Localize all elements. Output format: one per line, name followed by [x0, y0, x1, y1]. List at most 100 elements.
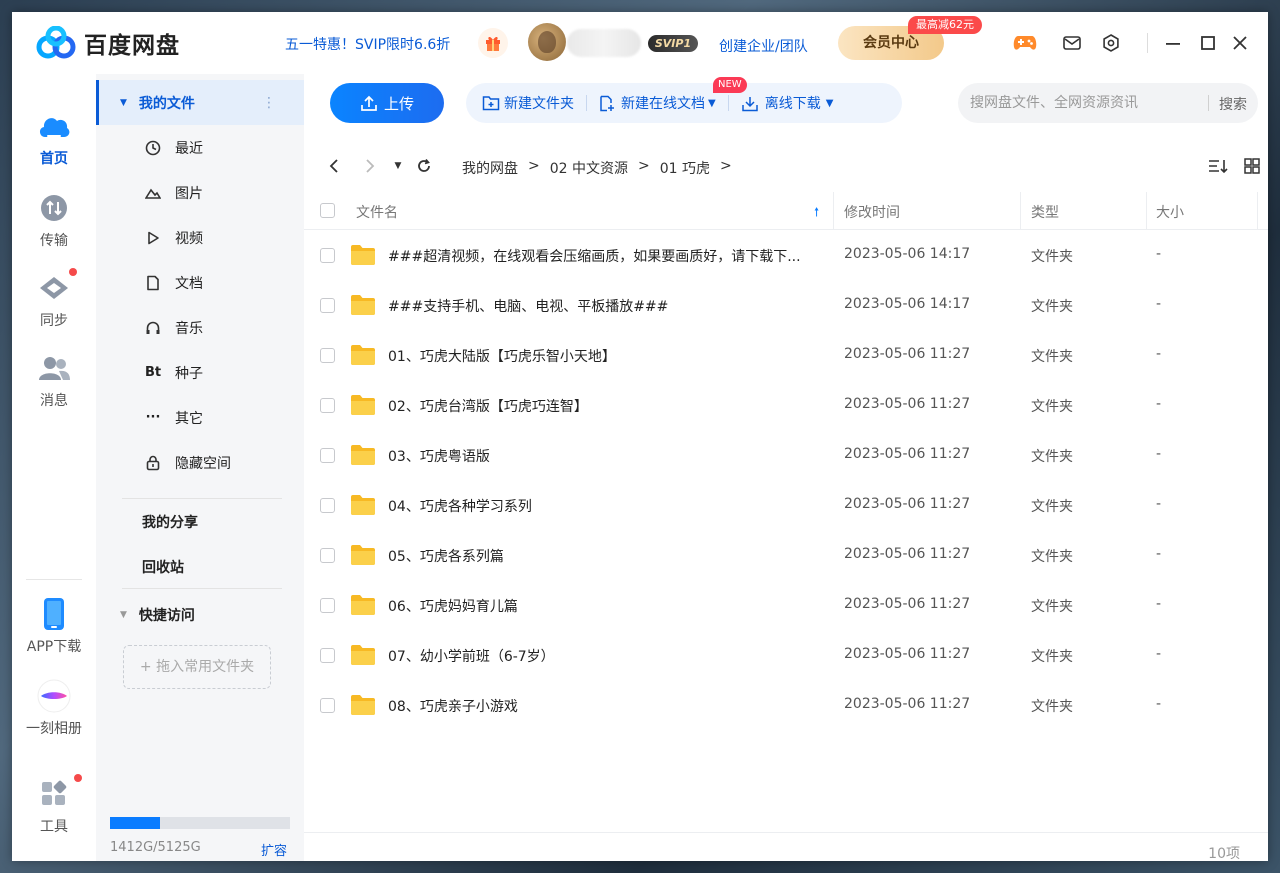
table-row[interactable]: 06、巧虎妈妈育儿篇 2023-05-06 11:27 文件夹 -	[304, 580, 1268, 630]
new-folder-button[interactable]: 新建文件夹	[482, 93, 574, 113]
upload-button[interactable]: 上传	[330, 83, 444, 123]
file-name[interactable]: 07、幼小学前班（6-7岁）	[388, 646, 828, 666]
file-name[interactable]: 05、巧虎各系列篇	[388, 546, 828, 566]
sidenav-my-files[interactable]: ▼ 我的文件 ⋮	[96, 80, 304, 125]
new-folder-icon	[482, 96, 500, 111]
file-type: 文件夹	[1031, 699, 1073, 715]
column-header-name[interactable]: 文件名	[356, 202, 398, 222]
rail-item-home[interactable]: 首页	[12, 108, 96, 168]
column-header-size[interactable]: 大小	[1156, 202, 1184, 222]
search-input[interactable]	[968, 83, 1200, 123]
refresh-icon[interactable]	[414, 156, 434, 176]
quick-access-drop-zone[interactable]: + 拖入常用文件夹	[123, 645, 271, 689]
game-icon[interactable]	[1013, 31, 1037, 55]
history-dropdown-icon[interactable]: ▼	[388, 156, 408, 176]
file-modified-time: 2023-05-06 14:17	[844, 296, 971, 312]
sidenav-item-label: 最近	[175, 140, 203, 157]
file-size: -	[1156, 346, 1162, 362]
sort-icon[interactable]	[1208, 156, 1228, 176]
select-all-checkbox[interactable]	[320, 203, 335, 218]
file-actions-toolbar: 新建文件夹 新建在线文档 ▼ NEW 离线下载 ▼	[466, 77, 902, 123]
svip-promo-link[interactable]: 五一特惠！SVIP限时6.6折	[285, 34, 450, 54]
new-online-doc-button[interactable]: 新建在线文档 ▼	[599, 93, 716, 113]
sidenav-item-torrent[interactable]: Bt 种子	[96, 350, 304, 395]
close-icon[interactable]	[1228, 31, 1252, 55]
file-modified-time: 2023-05-06 11:27	[844, 446, 971, 462]
table-row[interactable]: 03、巧虎粤语版 2023-05-06 11:27 文件夹 -	[304, 430, 1268, 480]
file-name[interactable]: ###支持手机、电脑、电视、平板播放###	[388, 296, 828, 316]
rail-item-messages[interactable]: 消息	[12, 350, 96, 410]
file-name[interactable]: 02、巧虎台湾版【巧虎巧连智】	[388, 396, 828, 416]
maximize-icon[interactable]	[1196, 31, 1220, 55]
sidenav-item-music[interactable]: 音乐	[96, 305, 304, 350]
rail-item-sync[interactable]: 同步	[12, 268, 96, 330]
sidenav-quick-access-label: 快捷访问	[138, 607, 195, 624]
row-checkbox[interactable]	[320, 248, 335, 263]
row-checkbox[interactable]	[320, 498, 335, 513]
row-checkbox[interactable]	[320, 698, 335, 713]
table-row[interactable]: ###支持手机、电脑、电视、平板播放### 2023-05-06 14:17 文件夹…	[304, 280, 1268, 330]
gift-icon[interactable]	[478, 28, 508, 58]
breadcrumb-item[interactable]: 01 巧虎	[660, 158, 710, 178]
folder-icon	[351, 395, 375, 415]
expand-storage-link[interactable]: 扩容	[261, 840, 287, 859]
create-team-link[interactable]: 创建企业/团队	[719, 36, 808, 56]
back-icon[interactable]	[324, 156, 344, 176]
table-row[interactable]: 05、巧虎各系列篇 2023-05-06 11:27 文件夹 -	[304, 530, 1268, 580]
sort-ascending-icon[interactable]: 🠕	[814, 203, 819, 224]
file-name[interactable]: 03、巧虎粤语版	[388, 446, 828, 466]
row-checkbox[interactable]	[320, 548, 335, 563]
row-checkbox[interactable]	[320, 648, 335, 663]
username-redacted[interactable]	[567, 29, 641, 57]
table-row[interactable]: 02、巧虎台湾版【巧虎巧连智】 2023-05-06 11:27 文件夹 -	[304, 380, 1268, 430]
row-checkbox[interactable]	[320, 448, 335, 463]
sidenav-item-video[interactable]: 视频	[96, 215, 304, 260]
table-row[interactable]: 01、巧虎大陆版【巧虎乐智小天地】 2023-05-06 11:27 文件夹 -	[304, 330, 1268, 380]
minimize-icon[interactable]	[1161, 31, 1185, 55]
settings-icon[interactable]	[1099, 31, 1123, 55]
file-list: ###超清视频，在线观看会压缩画质，如果要画质好，请下载下... 2023-05-…	[304, 230, 1268, 730]
rail-item-album[interactable]: 一刻相册	[12, 678, 96, 738]
sidenav-quick-access[interactable]: ▼ 快捷访问	[96, 592, 304, 637]
rail-item-app-download[interactable]: APP下载	[12, 596, 96, 656]
row-checkbox[interactable]	[320, 398, 335, 413]
sidenav-item-label: 视频	[175, 230, 203, 247]
sidenav-item-documents[interactable]: 文档	[96, 260, 304, 305]
file-name[interactable]: 04、巧虎各种学习系列	[388, 496, 828, 516]
transfer-icon	[36, 190, 72, 226]
file-name[interactable]: 08、巧虎亲子小游戏	[388, 696, 828, 716]
file-name[interactable]: 01、巧虎大陆版【巧虎乐智小天地】	[388, 346, 828, 366]
sidenav-item-hidden-space[interactable]: 隐藏空间	[96, 440, 304, 485]
more-vertical-icon[interactable]: ⋮	[262, 96, 276, 110]
column-header-type[interactable]: 类型	[1031, 202, 1059, 222]
rail-item-transfer[interactable]: 传输	[12, 190, 96, 250]
row-checkbox[interactable]	[320, 298, 335, 313]
sidenav-item-images[interactable]: 图片	[96, 170, 304, 215]
row-checkbox[interactable]	[320, 348, 335, 363]
message-icon	[36, 350, 72, 386]
offline-download-button[interactable]: 离线下载 ▼	[741, 93, 833, 113]
file-size: -	[1156, 546, 1162, 562]
breadcrumb-item[interactable]: 02 中文资源	[550, 158, 628, 178]
table-row[interactable]: 04、巧虎各种学习系列 2023-05-06 11:27 文件夹 -	[304, 480, 1268, 530]
sidenav-my-share[interactable]: 我的分享	[96, 499, 304, 544]
row-checkbox[interactable]	[320, 598, 335, 613]
rail-item-tools[interactable]: 工具	[12, 774, 96, 836]
file-name[interactable]: 06、巧虎妈妈育儿篇	[388, 596, 828, 616]
table-row[interactable]: 08、巧虎亲子小游戏 2023-05-06 11:27 文件夹 -	[304, 680, 1268, 730]
file-name[interactable]: ###超清视频，在线观看会压缩画质，如果要画质好，请下载下...	[388, 246, 828, 266]
user-avatar[interactable]	[528, 23, 566, 61]
sidenav-recycle-bin[interactable]: 回收站	[96, 544, 304, 589]
grid-view-icon[interactable]	[1242, 156, 1262, 176]
breadcrumb-item[interactable]: 我的网盘	[462, 158, 518, 178]
app-logo[interactable]: 百度网盘	[36, 26, 180, 60]
mail-icon[interactable]	[1060, 31, 1084, 55]
table-row[interactable]: ###超清视频，在线观看会压缩画质，如果要画质好，请下载下... 2023-05-…	[304, 230, 1268, 280]
forward-icon[interactable]	[360, 156, 380, 176]
sidenav-item-other[interactable]: ··· 其它	[96, 395, 304, 440]
column-header-modified[interactable]: 修改时间	[844, 202, 900, 222]
sidenav-item-recent[interactable]: 最近	[96, 125, 304, 170]
search-divider	[1208, 95, 1209, 111]
search-button[interactable]: 搜索	[1219, 94, 1247, 114]
table-row[interactable]: 07、幼小学前班（6-7岁） 2023-05-06 11:27 文件夹 -	[304, 630, 1268, 680]
